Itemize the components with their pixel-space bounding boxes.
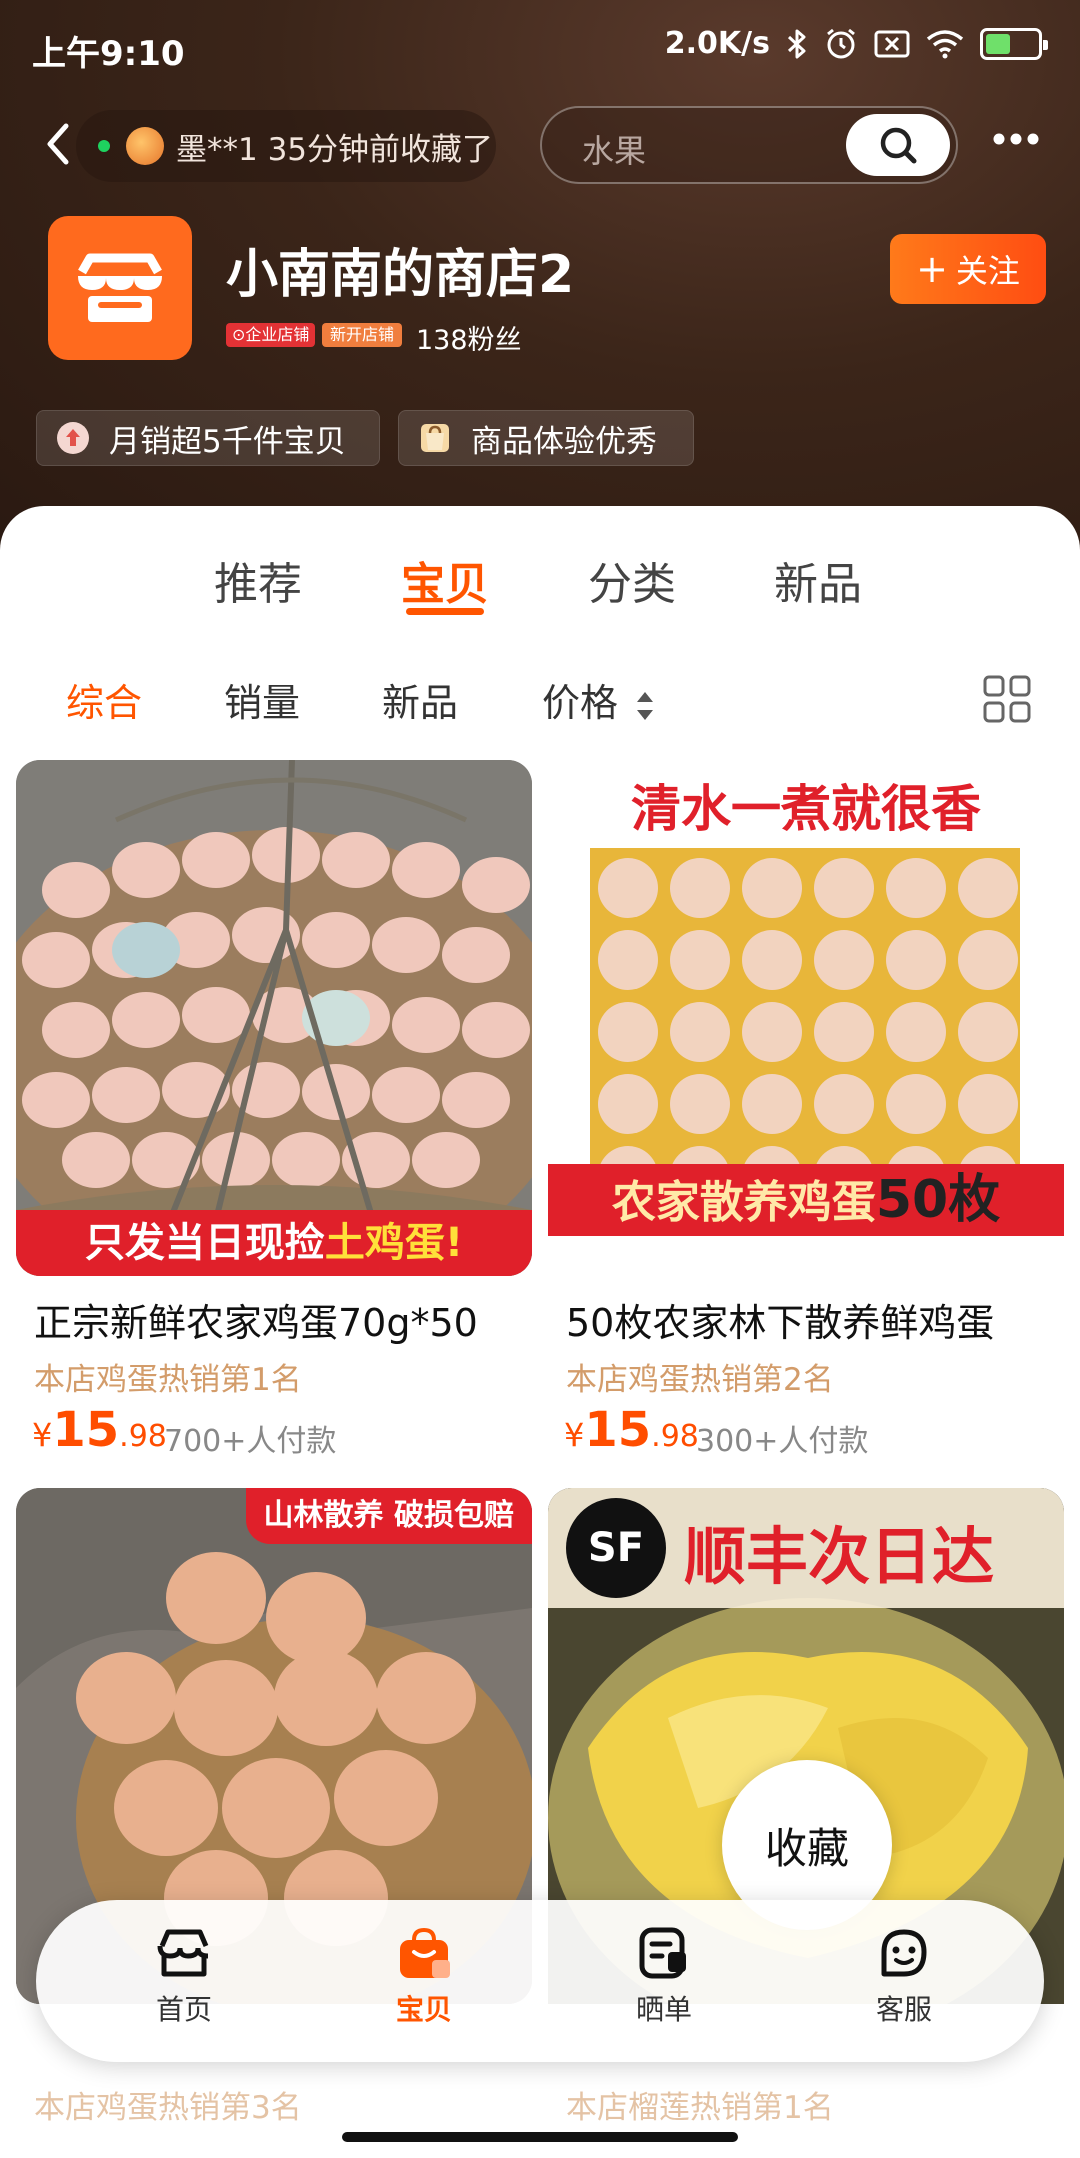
sort-comprehensive[interactable]: 综合	[66, 672, 142, 727]
tabbar-service[interactable]: 客服	[844, 1926, 964, 2028]
shop-search-box[interactable]: 水果	[540, 106, 958, 184]
monthly-sales-chip[interactable]: 月销超5千件宝贝	[36, 410, 380, 466]
storefront-icon	[78, 253, 162, 322]
product-1-banner: 只发当日现捡土鸡蛋!	[16, 1210, 532, 1276]
grid-view-icon[interactable]	[982, 674, 1032, 724]
sort-price[interactable]: 价格	[542, 672, 656, 727]
tabbar-home[interactable]: 首页	[124, 1926, 244, 2028]
shop-tabs: 推荐 宝贝 分类 新品	[0, 548, 1080, 618]
upload-arrow-icon	[57, 422, 89, 454]
tabbar-reviews[interactable]: 晒单	[604, 1926, 724, 2028]
tabbar-reviews-label: 晒单	[635, 1993, 692, 2026]
search-placeholder: 水果	[582, 132, 647, 170]
product-2-rank: 本店鸡蛋热销第2名	[566, 1362, 834, 1398]
tab-new[interactable]: 新品	[774, 548, 862, 612]
more-icon[interactable]	[992, 132, 1040, 146]
search-button[interactable]	[846, 114, 950, 176]
shop-logo[interactable]	[48, 216, 192, 360]
product-3-top-banner: 山林散养 破损包赔	[245, 1488, 532, 1544]
active-tab-underline	[406, 608, 484, 615]
sort-new[interactable]: 新品	[382, 672, 458, 727]
alarm-icon	[827, 28, 855, 58]
fans-count: 138粉丝	[416, 325, 522, 356]
status-time: 上午9:10	[32, 34, 185, 74]
bottom-tab-bar: 首页 宝贝 晒单 客服	[36, 1900, 1044, 2062]
product-2-sold: 300+人付款	[696, 1424, 869, 1459]
follow-button[interactable]: + 关注	[890, 234, 1046, 304]
search-icon	[880, 127, 917, 164]
battery-icon	[980, 27, 1048, 60]
review-icon	[639, 1927, 686, 1979]
product-3-rank: 本店鸡蛋热销第3名	[34, 2090, 302, 2126]
product-1-title[interactable]: 正宗新鲜农家鸡蛋70g*50	[34, 1292, 478, 1347]
shop-name: 小南南的商店2	[226, 245, 575, 305]
back-arrow-icon[interactable]	[38, 118, 78, 170]
product-4-top-banner: SF 顺丰次日达	[548, 1488, 1064, 1608]
tab-recommend[interactable]: 推荐	[214, 548, 302, 612]
product-image-2[interactable]: 清水一煮就很香 农家散养鸡蛋50枚	[548, 760, 1064, 1276]
sf-logo: SF	[566, 1498, 666, 1598]
shopping-bag-icon	[421, 424, 449, 452]
service-icon	[881, 1929, 927, 1977]
product-image-1[interactable]: 只发当日现捡土鸡蛋!	[16, 760, 532, 1276]
sim-off-icon	[874, 30, 910, 57]
visitor-avatar	[126, 127, 164, 165]
enterprise-store-badge: ⊙企业店铺	[226, 323, 316, 347]
product-2-banner: 农家散养鸡蛋50枚	[548, 1164, 1064, 1236]
product-2-top-banner: 清水一煮就很香	[631, 780, 981, 838]
wifi-icon	[926, 29, 964, 58]
visitor-notice-text: 墨**1 35分钟前收藏了	[176, 131, 494, 168]
tabbar-service-label: 客服	[875, 1993, 932, 2026]
new-store-badge: 新开店铺	[322, 323, 403, 347]
product-2-title[interactable]: 50枚农家林下散养鲜鸡蛋	[566, 1292, 994, 1347]
shop-home-icon	[157, 1929, 209, 1977]
plus-icon: +	[916, 247, 948, 291]
tab-products[interactable]: 宝贝	[401, 548, 489, 612]
product-1-sold: 700+人付款	[164, 1424, 337, 1459]
quality-text: 商品体验优秀	[471, 423, 657, 460]
sort-arrows-icon	[637, 691, 654, 720]
product-4-rank: 本店榴莲热销第1名	[566, 2090, 834, 2126]
tab-categories[interactable]: 分类	[588, 548, 676, 612]
bluetooth-icon	[787, 29, 806, 58]
product-4-banner-text: 顺丰次日达	[684, 1520, 995, 1593]
visitor-notice: 墨**1 35分钟前收藏了	[76, 110, 496, 182]
home-indicator[interactable]	[342, 2132, 738, 2142]
tabbar-products-label: 宝贝	[395, 1993, 452, 2026]
product-2-price: ¥15.98	[564, 1402, 699, 1458]
tabbar-home-label: 首页	[155, 1993, 212, 2026]
status-bar: 上午9:10 2.0K/s	[0, 0, 1080, 96]
online-dot	[98, 140, 110, 152]
product-1-price: ¥15.98	[32, 1402, 167, 1458]
tabbar-products[interactable]: 宝贝	[364, 1926, 484, 2028]
quality-chip[interactable]: 商品体验优秀	[398, 410, 694, 466]
sort-sales[interactable]: 销量	[224, 672, 300, 727]
product-1-rank: 本店鸡蛋热销第1名	[34, 1362, 302, 1398]
bag-icon	[400, 1927, 450, 1978]
follow-label: 关注	[955, 252, 1020, 290]
network-speed: 2.0K/s	[664, 26, 770, 61]
egg-basket-photo	[16, 760, 532, 1276]
monthly-sales-text: 月销超5千件宝贝	[109, 423, 346, 460]
